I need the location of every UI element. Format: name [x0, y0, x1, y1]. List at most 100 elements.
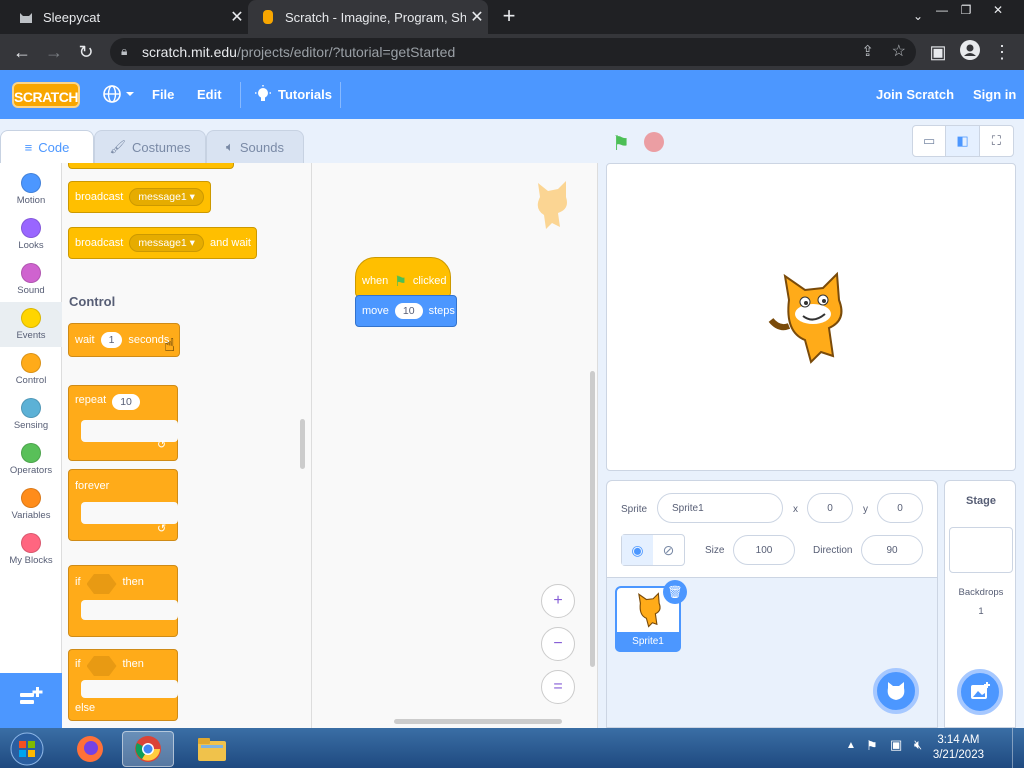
tab-close-icon[interactable]: ✕	[226, 7, 248, 27]
message-dropdown[interactable]: message1 ▾	[129, 234, 204, 252]
condition-slot[interactable]	[86, 574, 117, 594]
zoom-reset-button[interactable]: =	[541, 670, 575, 704]
fullscreen-icon[interactable]: ⛶	[980, 126, 1013, 156]
x-input[interactable]: 0	[807, 493, 853, 523]
block-when-flag-clicked[interactable]: when ⚑ clicked	[355, 257, 451, 297]
direction-input[interactable]: 90	[861, 535, 923, 565]
url-bar[interactable]: 🔒︎ scratch.mit.edu/projects/editor/?tuto…	[110, 38, 916, 66]
block-palette: broadcast message1 ▾ broadcast message1 …	[62, 163, 312, 728]
category-motion[interactable]: Motion	[0, 167, 62, 212]
tutorials-menu[interactable]: Tutorials	[278, 87, 332, 102]
firefox-icon[interactable]	[64, 731, 116, 767]
condition-slot[interactable]	[86, 656, 117, 676]
block-if-then[interactable]: if then	[68, 565, 178, 637]
file-explorer-icon[interactable]	[186, 731, 238, 767]
category-sound[interactable]: Sound	[0, 257, 62, 302]
block-label: wait	[75, 334, 95, 346]
close-window-button[interactable]: ✕	[984, 0, 1012, 22]
share-icon[interactable]: ⇪	[861, 42, 874, 60]
tab-scratch[interactable]: Scratch - Imagine, Program, Shar ✕	[248, 0, 488, 34]
x-label: x	[793, 504, 798, 515]
profile-avatar-icon[interactable]	[958, 40, 982, 64]
control-dot-icon	[21, 353, 41, 373]
add-extension-button[interactable]	[0, 673, 62, 728]
forward-arrow-icon[interactable]: →	[42, 40, 66, 64]
script-horizontal-scrollbar[interactable]	[394, 719, 562, 724]
tab-code[interactable]: ≡ Code	[0, 130, 94, 164]
language-globe-icon[interactable]	[102, 84, 136, 104]
size-input[interactable]: 100	[733, 535, 795, 565]
palette-scrollbar[interactable]	[300, 419, 305, 469]
sprite-name-input[interactable]: Sprite1	[657, 493, 783, 523]
browser-tab-bar: Sleepycat ✕ Scratch - Imagine, Program, …	[0, 0, 1024, 34]
stop-button[interactable]	[644, 132, 664, 152]
scratch-logo[interactable]: SCRATCH	[12, 82, 80, 108]
choose-sprite-button[interactable]	[873, 668, 919, 714]
zoom-in-button[interactable]: +	[541, 584, 575, 618]
script-vertical-scrollbar[interactable]	[590, 371, 595, 667]
stage-canvas[interactable]	[606, 163, 1016, 471]
show-eye-icon[interactable]: ◉	[622, 535, 653, 565]
menu-dots-icon[interactable]: ⋮	[990, 40, 1014, 64]
category-variables[interactable]: Variables	[0, 482, 62, 527]
code-icon: ≡	[24, 140, 33, 155]
delete-sprite-trash-icon[interactable]: 🗑︎	[663, 580, 687, 604]
category-sensing[interactable]: Sensing	[0, 392, 62, 437]
action-center-flag-icon[interactable]: ⚑	[866, 738, 878, 754]
block-repeat[interactable]: repeat 10 ↺	[68, 385, 178, 461]
stage-target-panel[interactable]: Stage Backdrops 1	[944, 480, 1016, 728]
y-input[interactable]: 0	[877, 493, 923, 523]
chrome-icon[interactable]	[122, 731, 174, 767]
taskbar-clock[interactable]: 3:14 AM 3/21/2023	[933, 733, 984, 763]
block-label: then	[122, 658, 144, 670]
edit-menu[interactable]: Edit	[197, 87, 222, 102]
url-path: /projects/editor/?tutorial=getStarted	[236, 44, 456, 60]
join-scratch-link[interactable]: Join Scratch	[876, 87, 954, 102]
category-events[interactable]: Events	[0, 302, 62, 347]
network-icon[interactable]: ▣	[890, 737, 902, 753]
category-my-blocks[interactable]: My Blocks	[0, 527, 62, 572]
steps-input[interactable]: 10	[394, 303, 423, 319]
block-if-then-else[interactable]: if then else	[68, 649, 178, 721]
category-operators[interactable]: Operators	[0, 437, 62, 482]
volume-muted-icon[interactable]: 🔇︎	[914, 737, 922, 753]
block-partial[interactable]	[68, 163, 234, 169]
reload-icon[interactable]: ↻	[74, 40, 98, 64]
bookmark-star-icon[interactable]: ☆	[892, 41, 906, 61]
tab-costumes[interactable]: 🖌︎ Costumes	[94, 130, 206, 164]
repeat-input[interactable]: 10	[112, 394, 140, 410]
sound-dot-icon	[21, 263, 41, 283]
sign-in-link[interactable]: Sign in	[973, 87, 1016, 102]
file-menu[interactable]: File	[152, 87, 174, 102]
category-label: My Blocks	[9, 555, 53, 566]
category-control[interactable]: Control	[0, 347, 62, 392]
small-stage-icon[interactable]: ▭	[913, 126, 947, 156]
green-flag-button[interactable]: ⚑	[612, 131, 630, 156]
hide-eye-icon[interactable]: ⊘	[653, 535, 684, 565]
speaker-icon: 🔈︎	[226, 139, 234, 154]
block-label: if	[75, 576, 81, 588]
tray-expand-icon[interactable]: ▲	[846, 740, 856, 751]
cat-sprite[interactable]	[767, 270, 857, 366]
block-broadcast[interactable]: broadcast message1 ▾	[68, 181, 211, 213]
block-broadcast-and-wait[interactable]: broadcast message1 ▾ and wait	[68, 227, 257, 259]
category-looks[interactable]: Looks	[0, 212, 62, 257]
side-panel-icon[interactable]: ▣	[926, 40, 950, 64]
normal-stage-icon[interactable]: ◧	[946, 126, 980, 156]
new-tab-button[interactable]: +	[496, 4, 522, 30]
show-desktop-button[interactable]	[1012, 728, 1024, 768]
back-arrow-icon[interactable]: ←	[10, 40, 34, 64]
tab-sounds[interactable]: 🔈︎ Sounds	[206, 130, 304, 164]
category-label: Motion	[16, 195, 46, 206]
start-button[interactable]	[2, 731, 52, 767]
message-dropdown[interactable]: message1 ▾	[129, 188, 204, 206]
zoom-out-button[interactable]: −	[541, 627, 575, 661]
block-forever[interactable]: forever ↺	[68, 469, 178, 541]
wait-input[interactable]: 1	[100, 332, 123, 348]
script-area[interactable]: when ⚑ clicked move 10 steps + − =	[312, 163, 598, 728]
restore-button[interactable]: ❐	[952, 0, 980, 22]
block-move-steps[interactable]: move 10 steps	[355, 295, 457, 327]
tab-close-icon[interactable]: ✕	[466, 7, 488, 27]
choose-backdrop-button[interactable]	[957, 669, 1003, 715]
tab-sleepycat[interactable]: Sleepycat ✕	[0, 0, 248, 34]
